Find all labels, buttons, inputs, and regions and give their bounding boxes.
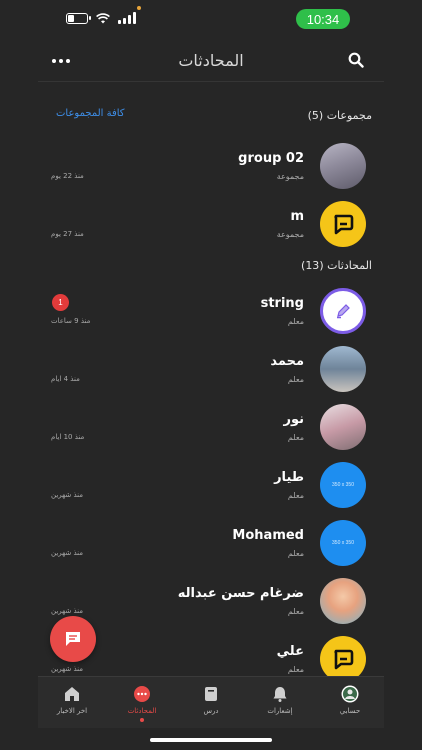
placeholder-text: 350 x 350 [332, 540, 354, 546]
nav-label: درس [203, 707, 219, 715]
chat-dots-icon [134, 686, 150, 702]
message-icon [66, 632, 80, 646]
group-row-group-02[interactable]: group 02 مجموعة منذ 22 يوم [38, 143, 384, 199]
status-icons [66, 12, 136, 24]
group-subtitle: مجموعة [276, 230, 304, 239]
new-chat-button[interactable] [50, 616, 96, 662]
chat-subtitle: معلم [287, 491, 304, 500]
group-subtitle: مجموعة [276, 172, 304, 181]
chat-row-tayyar[interactable]: 350 x 350 طيار معلم منذ شهرين [38, 462, 384, 518]
chats-section-label: المحادثات (13) [301, 259, 372, 272]
status-bar: 10:34 [0, 0, 422, 40]
chat-time: منذ 10 ايام [51, 433, 85, 441]
header: المحادثات [38, 42, 384, 82]
chat-name: string [260, 296, 304, 311]
chat-time: منذ 4 ايام [51, 375, 80, 383]
placeholder-avatar: 350 x 350 [320, 520, 366, 566]
chat-time: منذ 9 ساعات [51, 317, 91, 325]
chat-bubble-icon [320, 201, 366, 247]
group-avatar [320, 143, 366, 189]
home-indicator[interactable] [150, 738, 272, 742]
groups-section-label: مجموعات (5) [307, 109, 372, 122]
privacy-indicator-dot [137, 6, 141, 10]
group-time: منذ 22 يوم [51, 172, 84, 180]
chat-subtitle: معلم [287, 317, 304, 326]
nav-label: اخر الاخبار [56, 707, 88, 715]
placeholder-avatar: 350 x 350 [320, 462, 366, 508]
chat-subtitle: معلم [287, 665, 304, 674]
wifi-icon [96, 12, 110, 23]
chat-name: ضرغام حسن عبداله [177, 586, 304, 601]
page-title: المحادثات [178, 51, 244, 70]
status-time: 10:34 [296, 9, 350, 29]
profile-avatar-icon [341, 685, 359, 703]
chat-time: منذ شهرين [51, 665, 83, 673]
cellular-signal-icon [118, 12, 136, 24]
group-time: منذ 27 يوم [51, 230, 84, 238]
nav-item-news[interactable]: اخر الاخبار [42, 685, 102, 715]
pen-icon [320, 288, 366, 334]
chat-time: منذ شهرين [51, 549, 83, 557]
active-indicator [140, 718, 144, 722]
placeholder-text: 350 x 350 [332, 482, 354, 488]
nav-item-notifications[interactable]: إشعارات [250, 685, 310, 715]
home-icon [65, 687, 79, 701]
chat-avatar [320, 404, 366, 450]
all-groups-link[interactable]: كافة المجموعات [56, 108, 125, 119]
nav-item-chats[interactable]: المحادثات [112, 685, 172, 722]
chat-name: Mohamed [232, 528, 304, 543]
chat-avatar [320, 346, 366, 392]
chat-subtitle: معلم [287, 375, 304, 384]
chat-time: منذ شهرين [51, 607, 83, 615]
chat-subtitle: معلم [287, 607, 304, 616]
chat-row-string[interactable]: string معلم منذ 9 ساعات 1 [38, 288, 384, 344]
chat-avatar [320, 578, 366, 624]
chat-name: علي [276, 644, 304, 659]
chat-row-mohamed[interactable]: 350 x 350 Mohamed معلم منذ شهرين [38, 520, 384, 576]
chat-subtitle: معلم [287, 433, 304, 442]
chat-name: نور [283, 412, 304, 427]
nav-item-profile[interactable]: حسابي [320, 685, 380, 715]
nav-label: المحادثات [127, 707, 157, 715]
chat-subtitle: معلم [287, 549, 304, 558]
chat-name: محمد [270, 354, 304, 369]
book-icon [205, 687, 217, 701]
chat-row-mohammed[interactable]: محمد معلم منذ 4 ايام [38, 346, 384, 402]
chat-name: طيار [274, 470, 304, 485]
nav-label: حسابي [339, 707, 361, 715]
chat-time: منذ شهرين [51, 491, 83, 499]
nav-label: إشعارات [267, 707, 293, 715]
group-name: m [290, 209, 304, 224]
nav-item-lesson[interactable]: درس [181, 685, 241, 715]
group-row-m[interactable]: m مجموعة منذ 27 يوم [38, 201, 384, 257]
unread-badge: 1 [52, 294, 69, 311]
group-name: group 02 [238, 151, 304, 166]
search-icon[interactable] [348, 52, 364, 68]
chat-row-noor[interactable]: نور معلم منذ 10 ايام [38, 404, 384, 460]
bottom-nav: اخر الاخبار المحادثات درس إشعارات حسابي [38, 676, 384, 728]
bell-icon [273, 687, 287, 702]
battery-icon [66, 12, 91, 24]
